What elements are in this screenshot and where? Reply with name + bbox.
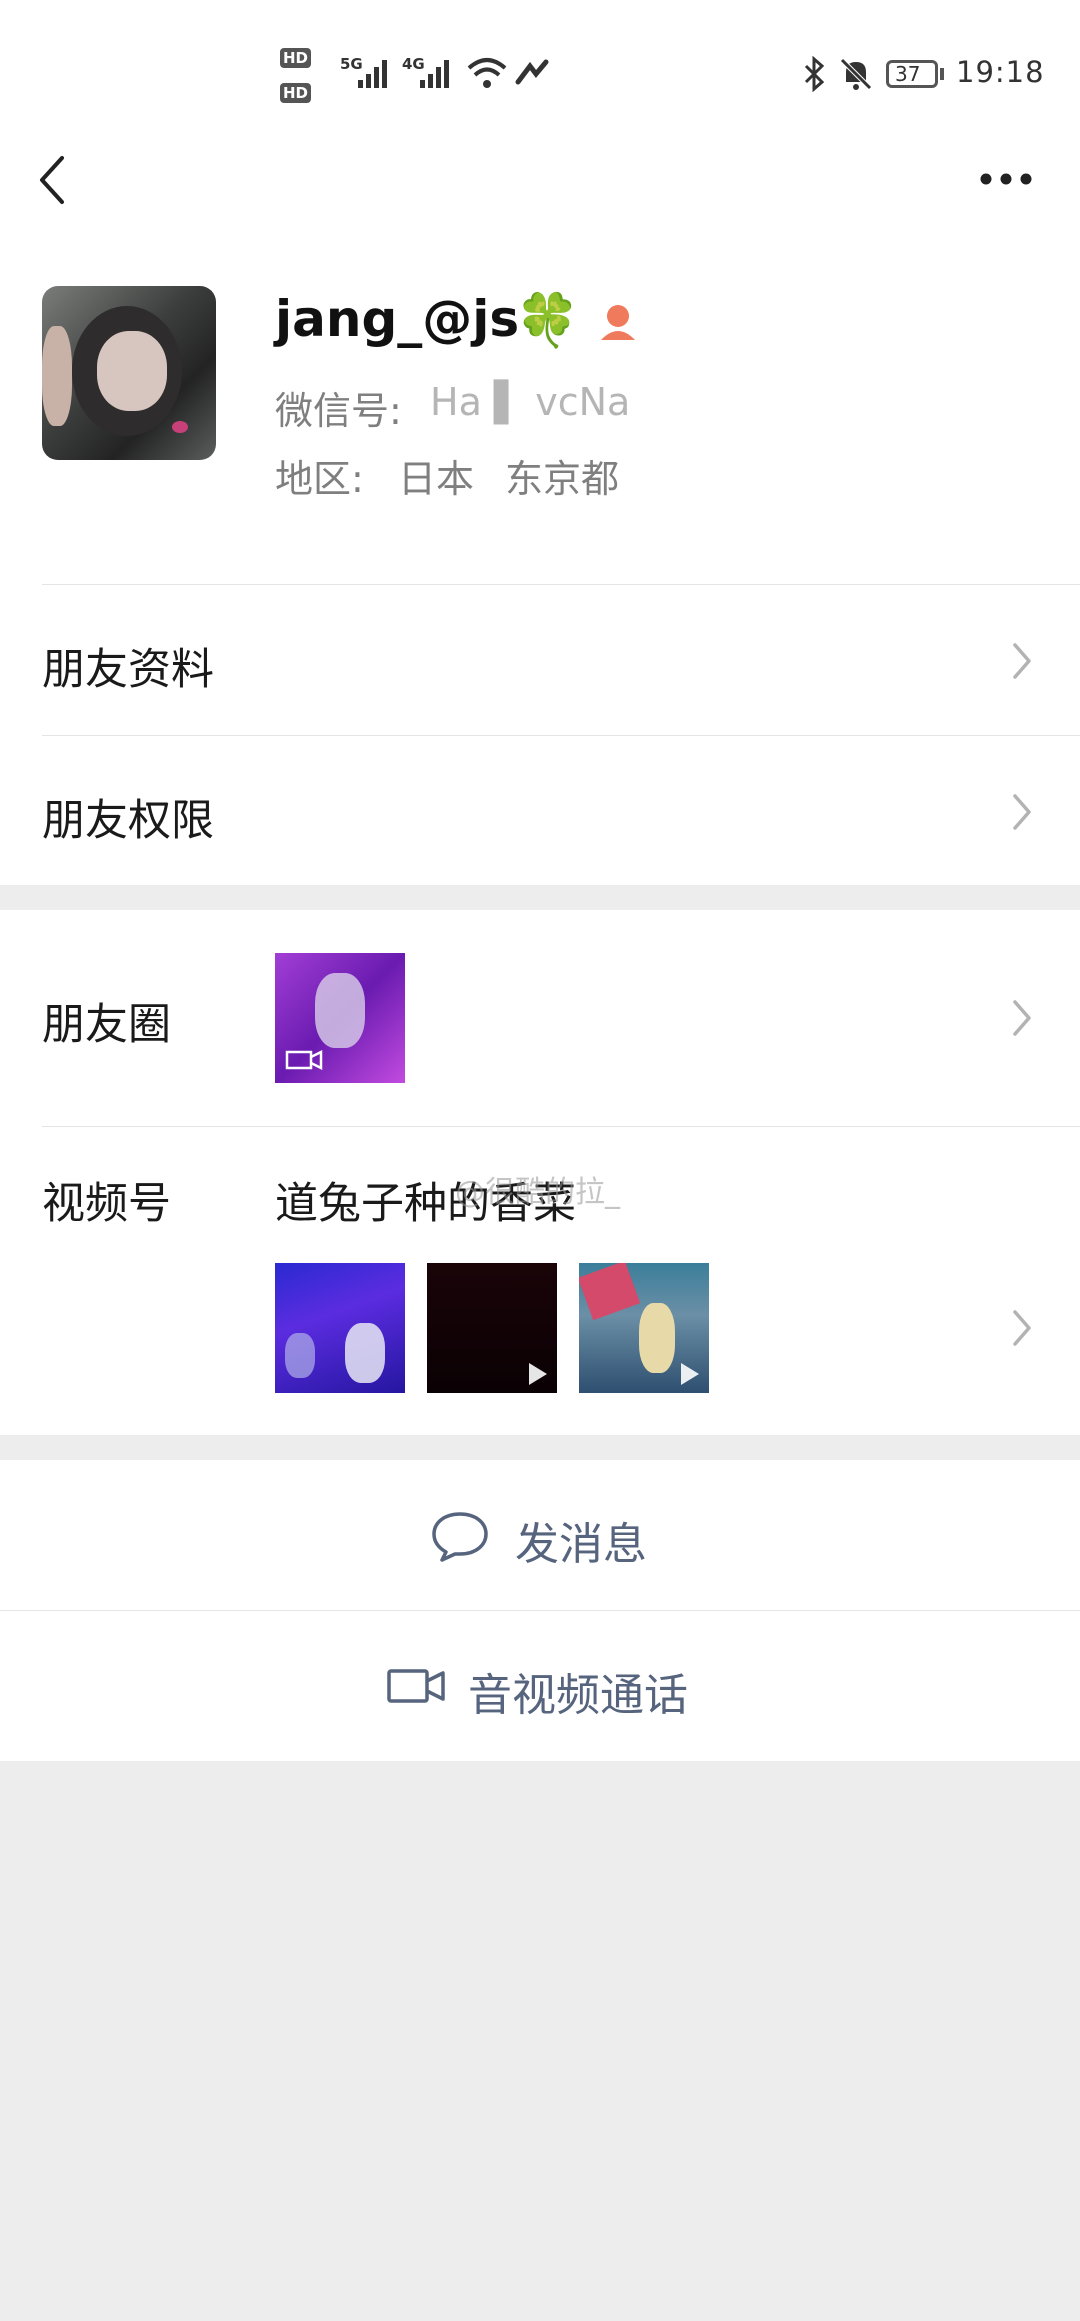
play-icon	[529, 1363, 547, 1385]
region-city: 东京都	[505, 457, 620, 501]
channel-video-thumbnail-1[interactable]	[275, 1263, 405, 1393]
channel-video-thumbnail-3[interactable]	[579, 1263, 709, 1393]
moments-row[interactable]: 朋友圈	[0, 910, 1080, 1126]
video-call-button[interactable]: 音视频通话	[0, 1611, 1080, 1761]
more-options-icon[interactable]	[978, 170, 1034, 188]
chevron-right-icon	[1013, 794, 1031, 830]
profile-name: jang_@js	[275, 290, 520, 348]
wechat-id-label: 微信号:	[275, 389, 402, 433]
battery-tip	[940, 68, 944, 80]
chevron-right-icon	[1013, 1310, 1031, 1346]
friend-info-label: 朋友资料	[42, 645, 214, 695]
clover-emoji: 🍀	[515, 291, 580, 351]
chat-bubble-icon	[432, 1512, 488, 1562]
status-bar: HD HD 5G 4G 37 19:18	[0, 0, 1080, 140]
friend-permissions-label: 朋友权限	[42, 796, 214, 846]
signal-strength-icon-2	[420, 60, 449, 88]
wechat-id-value: Ha ▌ vcNa	[430, 380, 631, 424]
battery-level: 37	[895, 62, 921, 86]
female-icon	[601, 305, 635, 340]
channel-video-thumbnail-2[interactable]	[427, 1263, 557, 1393]
chevron-right-icon	[1013, 643, 1031, 679]
hd-badge-2: HD	[280, 83, 312, 103]
mute-bell-icon	[840, 58, 872, 90]
avatar[interactable]	[42, 286, 216, 460]
battery-icon: 37	[886, 60, 938, 88]
hotspot-icon	[515, 59, 549, 85]
watermark: @很酷的拉_	[455, 1175, 620, 1210]
chevron-right-icon	[1013, 1000, 1031, 1036]
signal-strength-icon-1	[358, 60, 387, 88]
wifi-icon	[467, 58, 507, 88]
hd-badge-1: HD	[280, 48, 312, 68]
back-icon[interactable]	[34, 152, 70, 208]
send-message-button[interactable]: 发消息	[0, 1460, 1080, 1610]
channels-label: 视频号	[42, 1179, 171, 1229]
send-message-label: 发消息	[515, 1519, 647, 1570]
clock: 19:18	[956, 55, 1045, 89]
region-label: 地区:	[275, 457, 364, 501]
friend-info-row[interactable]: 朋友资料	[0, 585, 1080, 735]
channels-row[interactable]: 视频号 道兔子种的香菜 @很酷的拉_	[0, 1127, 1080, 1435]
video-call-label: 音视频通话	[468, 1670, 688, 1721]
bluetooth-icon	[804, 56, 825, 92]
moments-label: 朋友圈	[42, 1000, 171, 1050]
region-country: 日本	[398, 457, 475, 501]
moments-thumbnail[interactable]	[275, 953, 405, 1083]
video-camera-icon	[387, 1669, 445, 1703]
friend-permissions-row[interactable]: 朋友权限	[0, 736, 1080, 886]
play-icon	[681, 1363, 699, 1385]
